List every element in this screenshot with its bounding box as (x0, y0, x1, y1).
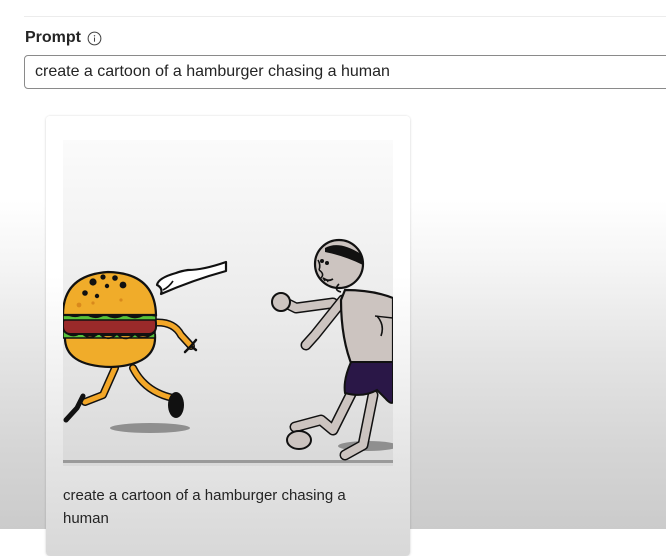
top-divider (24, 16, 666, 17)
prompt-label: Prompt (25, 29, 81, 46)
generated-image[interactable] (63, 140, 393, 466)
prompt-input-value: create a cartoon of a hamburger chasing … (35, 63, 390, 80)
prompt-input[interactable]: create a cartoon of a hamburger chasing … (24, 55, 666, 89)
prompt-label-row: Prompt (25, 27, 102, 49)
result-card[interactable]: create a cartoon of a hamburger chasing … (46, 116, 410, 556)
info-icon[interactable] (87, 31, 102, 46)
result-caption: create a cartoon of a hamburger chasing … (63, 487, 346, 527)
